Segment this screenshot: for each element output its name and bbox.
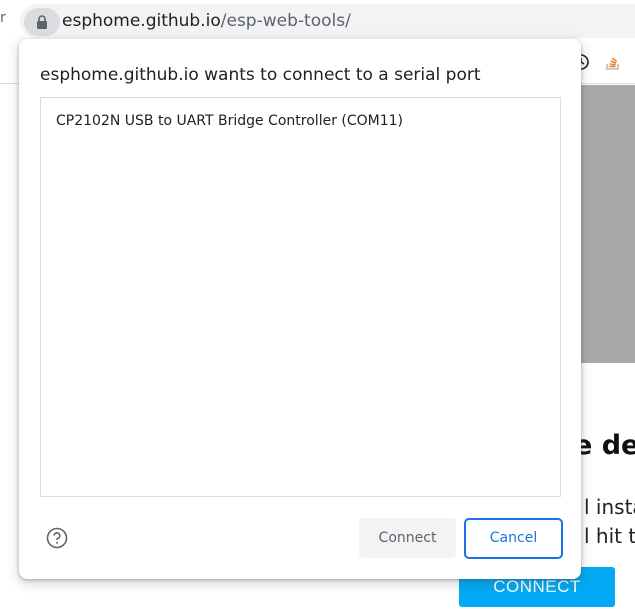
url-path: /esp-web-tools/	[220, 11, 351, 31]
connect-button[interactable]: Connect	[359, 518, 456, 558]
page-text-line: l hit th	[584, 524, 635, 548]
address-bar: r esphome.github.io/esp-web-tools/	[0, 0, 635, 42]
stack-overflow-icon[interactable]	[603, 52, 623, 72]
url-host: esphome.github.io	[62, 11, 221, 31]
lock-icon	[37, 15, 47, 29]
site-info-button[interactable]	[24, 8, 60, 36]
port-list[interactable]: CP2102N USB to UART Bridge Controller (C…	[40, 97, 561, 497]
port-item[interactable]: CP2102N USB to UART Bridge Controller (C…	[41, 98, 560, 144]
dialog-title: esphome.github.io wants to connect to a …	[40, 65, 481, 85]
tab-edge-glyph: r	[0, 10, 6, 26]
help-icon[interactable]	[46, 527, 68, 549]
page-heading: e der	[574, 430, 635, 461]
page-text-line: l instal	[584, 495, 635, 519]
serial-port-dialog: esphome.github.io wants to connect to a …	[19, 39, 581, 579]
url-text[interactable]: esphome.github.io/esp-web-tools/	[62, 11, 351, 31]
page-hero-image	[575, 85, 635, 363]
cancel-button[interactable]: Cancel	[464, 518, 563, 559]
